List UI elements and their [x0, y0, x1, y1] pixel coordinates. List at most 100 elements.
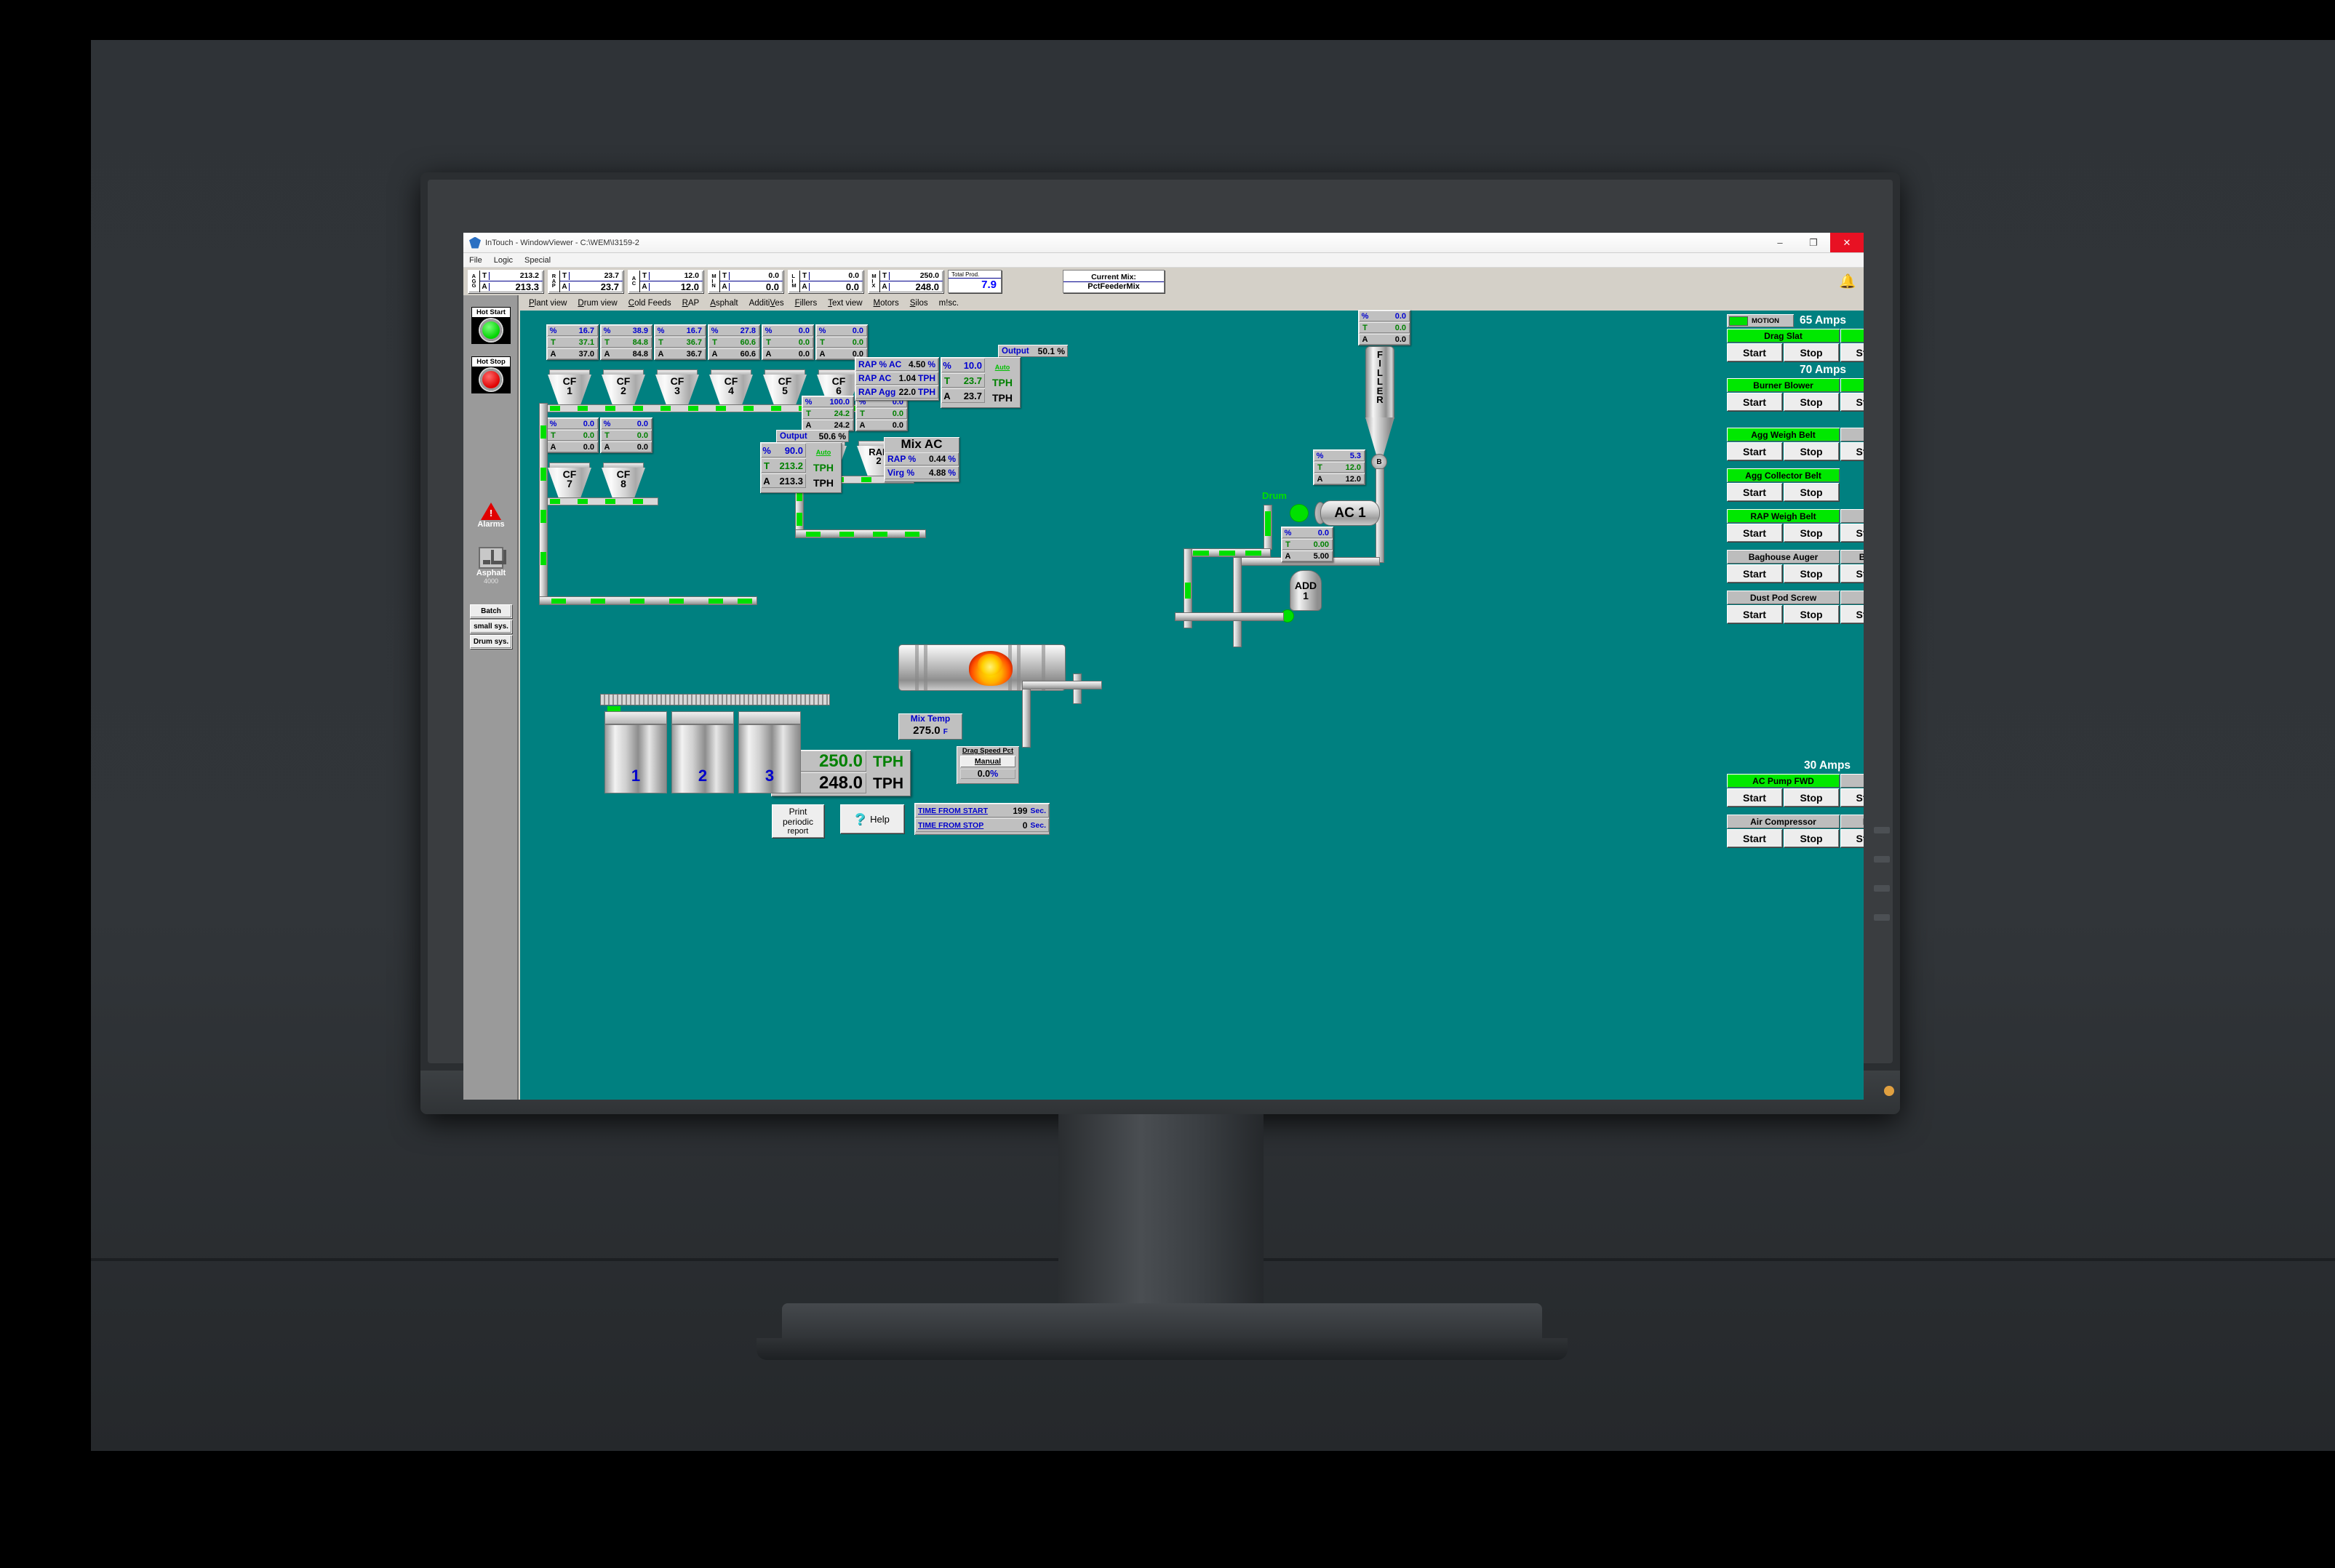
minimize-button[interactable]: –: [1763, 233, 1797, 252]
cold-feed-3-values[interactable]: % 16.7 T 36.7 A 36.7: [654, 324, 706, 360]
mix-temp-panel[interactable]: Mix Temp 275.0 F: [898, 713, 962, 740]
nav-misc[interactable]: m!sc.: [939, 299, 959, 308]
ac-tank[interactable]: AC 1: [1320, 500, 1380, 526]
agg-output-panel[interactable]: % 90.0 T 213.2 A 213.3 Auto TPH TPH: [760, 442, 842, 493]
cold-feed-bin-2[interactable]: CF 2: [602, 369, 645, 409]
start-baghouse-auger-button[interactable]: Start: [1727, 564, 1782, 583]
agg-output-mode[interactable]: Auto: [816, 445, 831, 460]
stop-agg-weigh-belt-button[interactable]: Stop: [1784, 442, 1839, 460]
monitor-osd-button-1[interactable]: [1874, 827, 1890, 833]
nav-additives[interactable]: AdditiVes: [749, 299, 784, 308]
stop-agg-collector-belt-button[interactable]: Stop: [1784, 483, 1839, 501]
help-button[interactable]: ? Help: [840, 804, 904, 833]
additive-tank[interactable]: ADD 1: [1290, 570, 1322, 611]
monitor-osd-button-4[interactable]: [1874, 914, 1890, 921]
start-exhaust-fan-button[interactable]: Start: [1840, 393, 1864, 411]
silo-1[interactable]: 1: [604, 724, 667, 793]
rap-output-panel[interactable]: % 10.0 T 23.7 A 23.7 Auto TPH TPH: [941, 357, 1021, 408]
close-button[interactable]: ✕: [1830, 233, 1864, 252]
rap-2-values[interactable]: % 0.0 T 0.0 A 0.0: [855, 396, 908, 431]
asphalt-app-shortcut[interactable]: Asphalt 4000: [463, 547, 519, 585]
gauge-lim[interactable]: LIM T 0.0 A 0.0: [788, 270, 863, 293]
agg-output-tab[interactable]: Output 50.6 %: [776, 430, 849, 442]
menu-special[interactable]: Special: [524, 256, 551, 265]
ac-pump-icon[interactable]: [1290, 504, 1309, 522]
nav-silos[interactable]: Silos: [910, 299, 928, 308]
start-air-compressor-button[interactable]: Start: [1727, 829, 1782, 847]
maximize-button[interactable]: ❐: [1797, 233, 1830, 252]
rap-output-mode[interactable]: Auto: [995, 360, 1010, 375]
stop-burner-blower-button[interactable]: Stop: [1784, 393, 1839, 411]
start-agg-weigh-belt-button[interactable]: Start: [1727, 442, 1782, 460]
monitor-osd-button-2[interactable]: [1874, 856, 1890, 863]
start-agg-screen-button[interactable]: Start: [1840, 442, 1864, 460]
time-from-start-row[interactable]: TIME FROM START 199 Sec.: [915, 804, 1049, 817]
cold-feed-bin-4[interactable]: CF 4: [709, 369, 753, 409]
cold-feed-bin-3[interactable]: CF 3: [655, 369, 699, 409]
cold-feed-8-values[interactable]: % 0.0 T 0.0 A 0.0: [600, 417, 652, 453]
nav-drum-view[interactable]: Drum view: [578, 299, 617, 308]
menu-file[interactable]: File: [469, 256, 482, 265]
cold-feed-1-values[interactable]: % 16.7 T 37.1 A 37.0: [546, 324, 599, 360]
batch-button[interactable]: Batch: [470, 604, 512, 618]
gauge-mix[interactable]: MIX T 250.0 A 248.0: [868, 270, 943, 293]
rap-output-tab[interactable]: Output 50.1 %: [998, 345, 1068, 357]
gauge-ac[interactable]: AC T 12.0 A 12.0: [628, 270, 703, 293]
cold-feed-7-values[interactable]: % 0.0 T 0.0 A 0.0: [546, 417, 599, 453]
hot-start-button[interactable]: Hot Start: [471, 307, 511, 344]
stop-drag-slat-button[interactable]: Stop: [1784, 343, 1839, 361]
nav-text-view[interactable]: Text view: [828, 299, 862, 308]
start-dust-pod-screw-button[interactable]: Start: [1727, 605, 1782, 623]
alarms-button[interactable]: Alarms: [463, 503, 519, 529]
start-ac-pump-fwd-button[interactable]: Start: [1727, 788, 1782, 807]
nav-motors[interactable]: Motors: [874, 299, 899, 308]
total-production-box[interactable]: Total Prod. 7.9: [948, 270, 1002, 293]
cold-feed-bin-7[interactable]: CF 7: [548, 463, 591, 502]
nav-fillers[interactable]: Fillers: [795, 299, 818, 308]
stop-air-compressor-button[interactable]: Stop: [1784, 829, 1839, 847]
nav-cold-feeds[interactable]: Cold Feeds: [628, 299, 671, 308]
drum-sys-button[interactable]: Drum sys.: [470, 635, 512, 649]
start-rap-screen-button[interactable]: Start: [1840, 524, 1864, 542]
small-sys-button[interactable]: small sys.: [470, 620, 512, 633]
gauge-min[interactable]: MIN T 0.0 A 0.0: [708, 270, 783, 293]
nav-plant-view[interactable]: Plant view: [529, 299, 567, 308]
nav-asphalt[interactable]: Asphalt: [710, 299, 738, 308]
rap-1-values[interactable]: % 100.0 T 24.2 A 24.2: [802, 396, 854, 431]
filler-valve-icon[interactable]: B: [1371, 454, 1387, 470]
start-drag-slat-button[interactable]: Start: [1727, 343, 1782, 361]
start-burner-blower-button[interactable]: Start: [1727, 393, 1782, 411]
start-hydraulic-pump-button[interactable]: Start: [1840, 829, 1864, 847]
cold-feed-bin-5[interactable]: CF 5: [763, 369, 807, 409]
monitor-osd-button-3[interactable]: [1874, 885, 1890, 892]
menu-logic[interactable]: Logic: [494, 256, 513, 265]
nav-rap[interactable]: RAP: [682, 299, 700, 308]
start-ac-pump-rev-button[interactable]: Start: [1840, 788, 1864, 807]
cold-feed-bin-1[interactable]: CF 1: [548, 369, 591, 409]
bell-icon[interactable]: 🔔: [1839, 273, 1856, 290]
cold-feed-4-values[interactable]: % 27.8 T 60.6 A 60.6: [708, 324, 760, 360]
cold-feed-6-values[interactable]: % 0.0 T 0.0 A 0.0: [815, 324, 868, 360]
drag-speed-panel[interactable]: Drag Speed Pct Manual 0.0%: [957, 746, 1019, 784]
stop-dust-pod-screw-button[interactable]: Stop: [1784, 605, 1839, 623]
start-rap-weigh-belt-button[interactable]: Start: [1727, 524, 1782, 542]
cold-feed-2-values[interactable]: % 38.9 T 84.8 A 84.8: [600, 324, 652, 360]
ac-tank-values[interactable]: % 5.3 T 12.0 A 12.0: [1313, 449, 1365, 485]
cold-feed-bin-8[interactable]: CF 8: [602, 463, 645, 502]
additive-values[interactable]: % 0.0 T 0.00 A 5.00: [1281, 527, 1333, 562]
rap-ac-panel[interactable]: RAP % AC 4.50 % RAP AC 1.04 TPH RAP Agg …: [855, 357, 939, 401]
filler-silo[interactable]: FILLER: [1365, 340, 1394, 455]
mix-ac-panel[interactable]: Mix AC RAP % 0.44 % Virg % 4.88 %: [884, 437, 959, 482]
stop-rap-weigh-belt-button[interactable]: Stop: [1784, 524, 1839, 542]
start-dust-blower-button[interactable]: Start: [1840, 605, 1864, 623]
stop-baghouse-auger-button[interactable]: Stop: [1784, 564, 1839, 583]
cold-feed-5-values[interactable]: % 0.0 T 0.0 A 0.0: [762, 324, 814, 360]
drag-speed-mode-button[interactable]: Manual: [960, 756, 1015, 767]
time-from-stop-row[interactable]: TIME FROM STOP 0 Sec.: [915, 818, 1049, 832]
start-baghouse-airlock-button[interactable]: Start: [1840, 564, 1864, 583]
current-mix-box[interactable]: Current Mix: PctFeederMix: [1063, 270, 1165, 293]
gauge-agg[interactable]: AGG T 213.2 A 213.3: [468, 270, 543, 293]
stop-ac-pump-fwd-button[interactable]: Stop: [1784, 788, 1839, 807]
start-agg-collector-belt-button[interactable]: Start: [1727, 483, 1782, 501]
gauge-rap[interactable]: RAP T 23.7 A 23.7: [548, 270, 623, 293]
